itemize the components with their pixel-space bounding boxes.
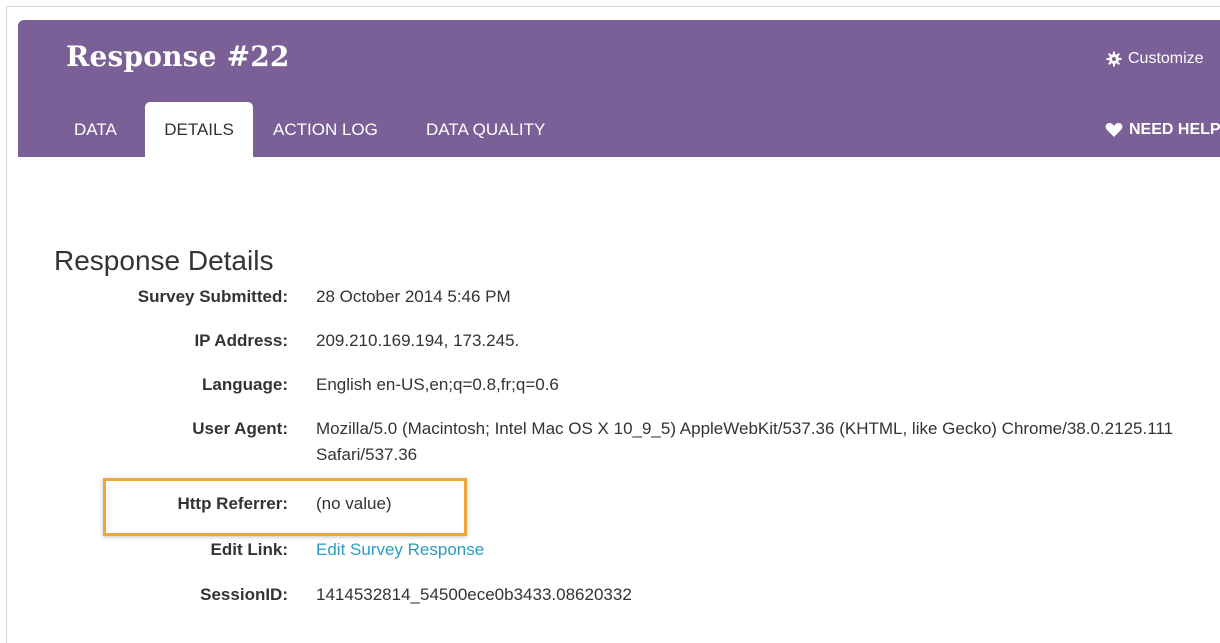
detail-value: 28 October 2014 5:46 PM (316, 287, 511, 306)
edit-survey-response-link[interactable]: Edit Survey Response (316, 537, 1206, 563)
detail-value: Mozilla/5.0 (Macintosh; Intel Mac OS X 1… (316, 419, 1174, 464)
customize-label: Customize (1128, 50, 1204, 67)
heart-icon (1105, 122, 1123, 137)
customize-button[interactable]: Customize (1106, 50, 1204, 68)
detail-value: 1414532814_54500ece0b3433.08620332 (316, 585, 632, 604)
need-help-label: NEED HELP (1129, 121, 1220, 138)
http-referrer-highlight (103, 478, 467, 536)
tab-data-quality[interactable]: DATA QUALITY (410, 102, 561, 157)
detail-value: English en-US,en;q=0.8,fr;q=0.6 (316, 375, 559, 394)
tab-action-log[interactable]: ACTION LOG (257, 102, 394, 157)
detail-label: SessionID: (200, 585, 288, 604)
detail-label: IP Address: (194, 331, 288, 350)
detail-label: Language: (202, 375, 288, 394)
detail-value: 209.210.169.194, 173.245. (316, 331, 520, 350)
need-help-button[interactable]: NEED HELP (1105, 102, 1220, 157)
detail-label: Survey Submitted: (137, 287, 288, 306)
tab-data[interactable]: DATA (58, 102, 133, 157)
detail-label: Edit Link: (210, 540, 288, 559)
section-title: Response Details (54, 245, 274, 277)
detail-label: User Agent: (192, 419, 288, 438)
page-title: Response #22 (66, 40, 290, 73)
tab-bar: DATA DETAILS ACTION LOG DATA QUALITY NEE… (18, 102, 1220, 157)
tab-details[interactable]: DETAILS (145, 102, 253, 157)
gear-icon (1106, 51, 1122, 67)
response-header: Response #22 Customize DATA DETAILS ACTI… (18, 20, 1220, 157)
